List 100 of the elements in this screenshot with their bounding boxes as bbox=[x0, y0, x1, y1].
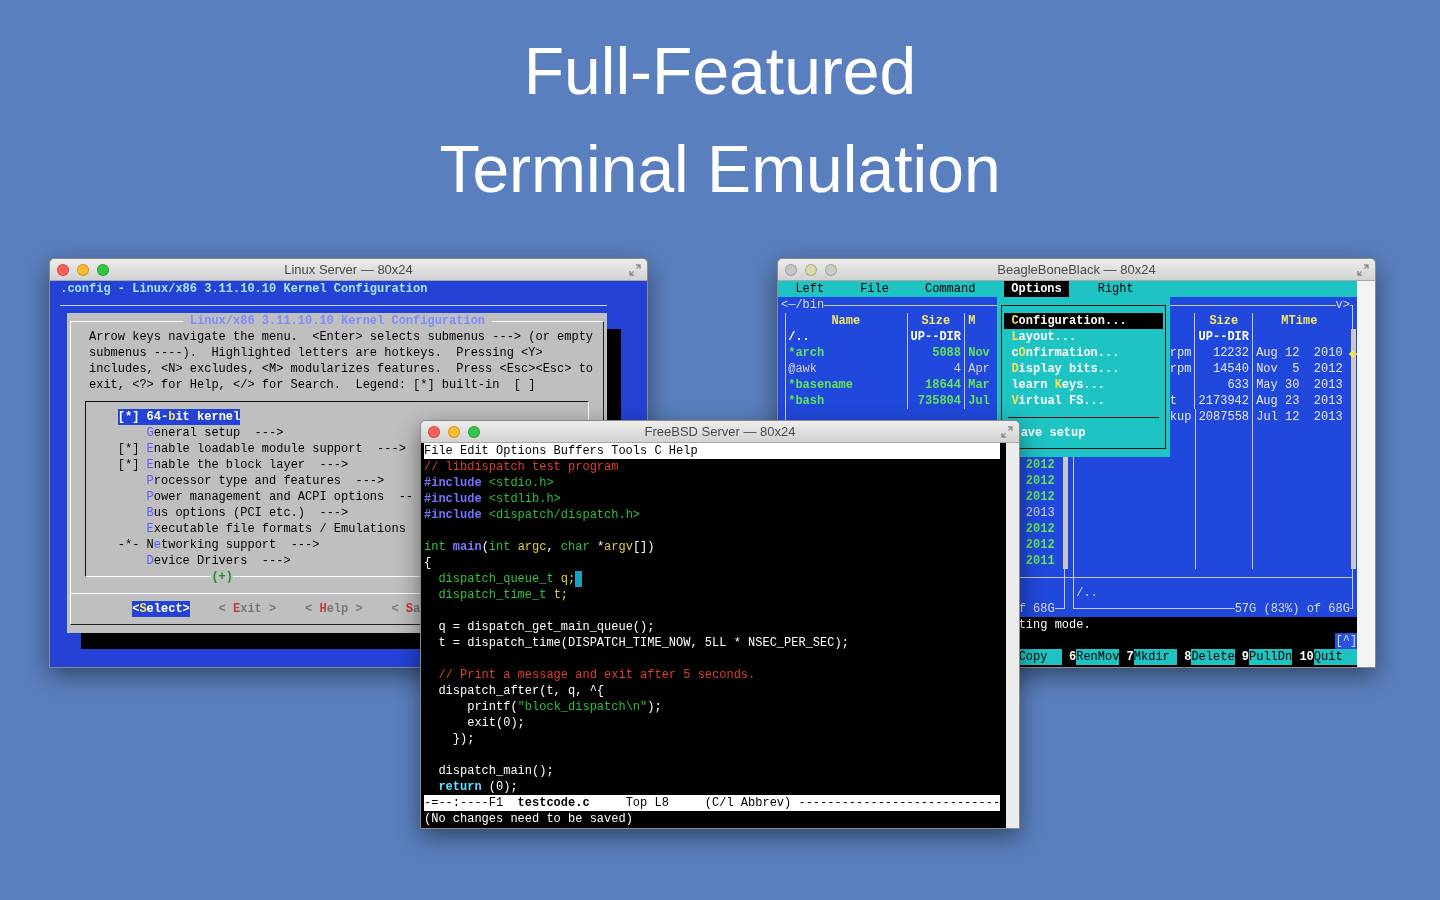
menu-item[interactable]: Power management and ACPI options -- bbox=[146, 489, 414, 505]
code-line: // libdispatch test program bbox=[424, 459, 619, 475]
menu-item[interactable]: File bbox=[424, 443, 453, 459]
column-header[interactable]: Name bbox=[788, 313, 904, 329]
menu-option[interactable]: Configuration... bbox=[1004, 313, 1163, 329]
close-button[interactable] bbox=[57, 263, 69, 276]
mode-line-fill: ---------------------------- bbox=[798, 795, 1001, 811]
scroll-thumb-icon[interactable] bbox=[1349, 349, 1358, 359]
minimize-button[interactable] bbox=[448, 425, 460, 438]
key-number: 10 bbox=[1299, 649, 1314, 665]
menu-item[interactable]: Device Drivers ---> bbox=[146, 553, 291, 569]
window-title: FreeBSD Server — 80x24 bbox=[644, 422, 796, 441]
fullscreen-icon[interactable] bbox=[1001, 425, 1013, 438]
code-line: dispatch_queue_t q; bbox=[437, 571, 576, 587]
menu-item[interactable]: -*- Networking support ---> bbox=[117, 537, 320, 553]
zoom-button[interactable] bbox=[468, 425, 480, 438]
scrollbar[interactable] bbox=[1351, 329, 1356, 569]
modify-date: Nov bbox=[968, 345, 990, 361]
file-size: UP--DIR bbox=[910, 329, 961, 345]
menu-item[interactable]: Executable file formats / Emulations bbox=[146, 521, 406, 537]
scrollbar[interactable] bbox=[1006, 443, 1019, 828]
menu-item[interactable]: Help bbox=[668, 443, 698, 459]
close-button[interactable] bbox=[785, 263, 797, 276]
fullscreen-icon[interactable] bbox=[629, 263, 641, 276]
file-name[interactable]: *arch bbox=[788, 345, 904, 361]
file-size: 4 bbox=[952, 361, 961, 377]
window-title: Linux Server — 80x24 bbox=[284, 260, 413, 279]
file-name[interactable]: *bash bbox=[788, 393, 904, 409]
menu-item[interactable]: C bbox=[654, 443, 662, 459]
close-button[interactable] bbox=[428, 425, 440, 438]
zoom-button[interactable] bbox=[825, 263, 837, 276]
code-line: { bbox=[424, 555, 432, 571]
modify-year: 2012 bbox=[1025, 489, 1055, 505]
function-key[interactable]: Delete bbox=[1191, 649, 1235, 665]
menu-item[interactable]: Buffers bbox=[553, 443, 605, 459]
scrollbar[interactable] bbox=[1063, 457, 1068, 569]
buffer-status: -=--:----F1 bbox=[424, 795, 504, 811]
key-number: 6 bbox=[1069, 649, 1077, 665]
minimize-button[interactable] bbox=[805, 263, 817, 276]
function-key[interactable]: PullDn bbox=[1249, 649, 1293, 665]
menu-item[interactable]: Left bbox=[788, 281, 832, 297]
key-number: 8 bbox=[1184, 649, 1192, 665]
file-name[interactable]: @awk bbox=[788, 361, 904, 377]
code-line: #include <stdio.h> bbox=[424, 475, 554, 491]
menu-item[interactable]: [*] 64-bit kernel bbox=[117, 409, 241, 425]
menu-item[interactable]: Command bbox=[917, 281, 983, 297]
function-key[interactable]: RenMov bbox=[1076, 649, 1120, 665]
status-message: ting mode. bbox=[1018, 618, 1091, 632]
code-line: return (0); bbox=[437, 779, 518, 795]
menu-item[interactable]: Options bbox=[496, 443, 547, 459]
modify-year: 2012 bbox=[1025, 521, 1055, 537]
menu-item[interactable]: Edit bbox=[460, 443, 489, 459]
headline: Full-Featured bbox=[523, 33, 917, 110]
menu-item[interactable]: Processor type and features ---> bbox=[146, 473, 385, 489]
function-key[interactable]: Copy bbox=[1018, 649, 1062, 665]
code-line: printf("block_dispatch\n"); bbox=[466, 699, 662, 715]
headline: Terminal Emulation bbox=[439, 131, 1001, 208]
menu-item[interactable]: [*] Enable the block layer ---> bbox=[117, 457, 349, 473]
column-header[interactable]: Size bbox=[910, 313, 961, 329]
minimize-button[interactable] bbox=[77, 263, 89, 276]
buffer-mode: (C/l Abbrev) bbox=[704, 795, 792, 811]
code-line: t = dispatch_time(DISPATCH_TIME_NOW, 5LL * NSEC_PER_SEC); bbox=[437, 635, 849, 651]
disk-usage: 57G (83%) of 68G bbox=[1234, 601, 1350, 617]
modify-year: 2011 bbox=[1025, 553, 1055, 569]
modify-year: 2012 bbox=[1025, 457, 1055, 473]
menu-item[interactable]: [*] Enable loadable module support ---> bbox=[117, 441, 406, 457]
menu-item[interactable]: General setup ---> bbox=[146, 425, 284, 441]
column-header[interactable]: Size bbox=[1198, 313, 1249, 329]
echo-message: (No changes need to be saved) bbox=[424, 812, 633, 826]
panel-path: /.. bbox=[1076, 586, 1098, 600]
modify-time: Aug 12 2010 bbox=[1256, 345, 1343, 361]
function-key[interactable]: Quit bbox=[1313, 649, 1357, 665]
file-name: rpm bbox=[1169, 361, 1192, 377]
file-name[interactable]: /.. bbox=[788, 329, 904, 345]
modify-time: Jul 12 2013 bbox=[1256, 409, 1343, 425]
buffer-position: Top L8 bbox=[625, 795, 669, 811]
menu-item[interactable]: Options bbox=[1004, 281, 1069, 297]
file-size: UP--DIR bbox=[1198, 329, 1249, 345]
menu-item[interactable]: Bus options (PCI etc.) ---> bbox=[146, 505, 349, 521]
window-title: BeagleBoneBlack — 80x24 bbox=[997, 260, 1156, 279]
column-header[interactable]: MTime bbox=[1256, 313, 1343, 329]
function-key[interactable]: Mkdir bbox=[1133, 649, 1177, 665]
file-size: 735804 bbox=[916, 393, 961, 409]
code-line: dispatch_main(); bbox=[437, 763, 554, 779]
file-size: 2087558 bbox=[1198, 409, 1250, 425]
menu-item[interactable]: Right bbox=[1090, 281, 1141, 297]
modify-date: Mar bbox=[968, 377, 990, 393]
file-size: 12232 bbox=[1211, 345, 1249, 361]
code-line: dispatch_time_t t; bbox=[437, 587, 569, 603]
file-name[interactable]: *basename bbox=[788, 377, 904, 393]
zoom-button[interactable] bbox=[97, 263, 109, 276]
fullscreen-icon[interactable] bbox=[1357, 263, 1369, 276]
modify-date: Jul bbox=[968, 393, 990, 409]
menu-item[interactable]: Tools bbox=[611, 443, 648, 459]
column-header[interactable]: M bbox=[968, 313, 990, 329]
key-number: 7 bbox=[1126, 649, 1134, 665]
dialog-button[interactable]: <Select> bbox=[132, 601, 190, 617]
scroll-up-button[interactable]: [^] bbox=[1335, 633, 1358, 649]
menu-item[interactable]: File bbox=[852, 281, 897, 297]
file-size: 2173942 bbox=[1198, 393, 1249, 409]
